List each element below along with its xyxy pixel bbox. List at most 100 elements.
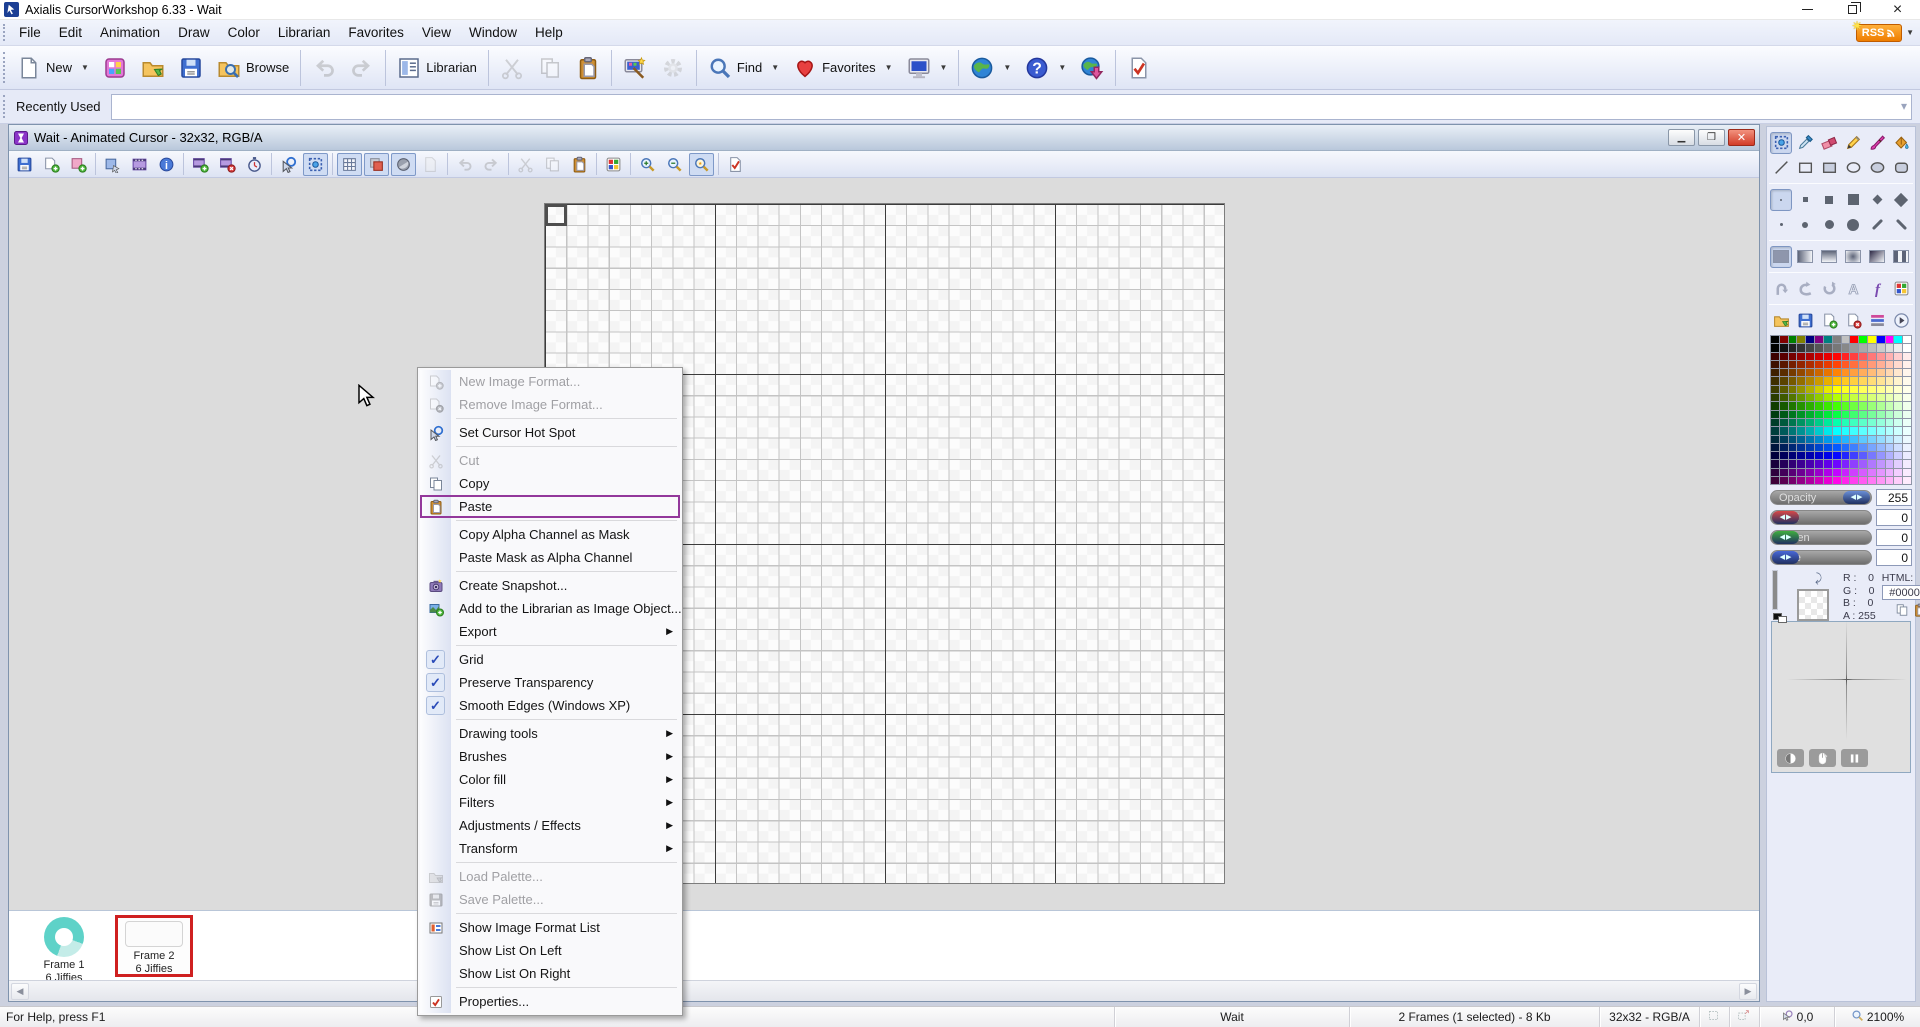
palette-color-cell[interactable] [1824,477,1832,484]
menu-edit[interactable]: Edit [50,21,91,44]
palette-color-cell[interactable] [1771,477,1779,484]
palette-color-cell[interactable] [1780,402,1788,409]
palette-color-cell[interactable] [1903,377,1911,384]
palette-color-cell[interactable] [1797,353,1805,360]
palette-color-cell[interactable] [1797,377,1805,384]
eraser-button[interactable] [1818,132,1840,154]
palette-color-cell[interactable] [1859,402,1867,409]
palette-color-cell[interactable] [1877,394,1885,401]
palette-color-cell[interactable] [1789,336,1797,343]
palette-color-cell[interactable] [1789,477,1797,484]
secondary-color-swatch[interactable] [1797,589,1829,621]
palette-color-cell[interactable] [1894,419,1902,426]
palette-color-cell[interactable] [1833,411,1841,418]
palette-color-cell[interactable] [1868,402,1876,409]
context-menu-item-copy[interactable]: Copy [420,472,680,495]
web-update-button[interactable] [1073,50,1111,86]
palette-color-cell[interactable] [1842,436,1850,443]
palette-color-cell[interactable] [1868,452,1876,459]
brush-slash-button[interactable] [1866,214,1888,236]
chevron-down-icon[interactable]: ▼ [885,63,893,72]
palette-color-cell[interactable] [1877,369,1885,376]
palette-color-cell[interactable] [1842,361,1850,368]
palette-color-cell[interactable] [1877,436,1885,443]
red-slider[interactable]: Red◀▶ [1770,510,1872,525]
palette-color-cell[interactable] [1797,469,1805,476]
palette-color-cell[interactable] [1824,452,1832,459]
palette-color-cell[interactable] [1780,452,1788,459]
palette-color-cell[interactable] [1868,336,1876,343]
palette-color-cell[interactable] [1780,386,1788,393]
palette-color-cell[interactable] [1780,411,1788,418]
palette-color-cell[interactable] [1797,427,1805,434]
palette-color-cell[interactable] [1815,460,1823,467]
frame-item-2[interactable]: Frame 26 Jiffies [115,915,193,977]
palette-color-cell[interactable] [1789,353,1797,360]
palette-color-cell[interactable] [1868,386,1876,393]
context-menu-item-paste[interactable]: Paste [420,495,680,518]
palette-color-cell[interactable] [1815,469,1823,476]
context-menu-item-smooth-edges[interactable]: ✓Smooth Edges (Windows XP) [420,694,680,717]
palette-list-button[interactable] [1866,310,1888,332]
menu-help[interactable]: Help [526,21,572,44]
help-button[interactable]: ?▼ [1018,50,1073,86]
palette-color-cell[interactable] [1842,344,1850,351]
palette-color-cell[interactable] [1894,460,1902,467]
palette-color-cell[interactable] [1815,394,1823,401]
screen-wizard-button[interactable] [616,50,654,86]
palette-color-cell[interactable] [1868,477,1876,484]
palette-color-cell[interactable] [1833,377,1841,384]
palette-color-cell[interactable] [1842,369,1850,376]
palette-color-cell[interactable] [1842,402,1850,409]
palette-color-cell[interactable] [1886,336,1894,343]
palette-color-cell[interactable] [1868,419,1876,426]
display-mode-button[interactable]: ▼ [900,50,955,86]
palette-color-cell[interactable] [1806,411,1814,418]
palette-color-cell[interactable] [1850,361,1858,368]
palette-color-cell[interactable] [1797,402,1805,409]
document-titlebar[interactable]: Wait - Animated Cursor - 32x32, RGB/A ▁ … [9,125,1759,151]
scroll-left-button[interactable]: ◀ [11,983,29,1000]
palette-color-cell[interactable] [1824,402,1832,409]
palette-color-cell[interactable] [1886,386,1894,393]
zoom-out-button[interactable] [662,153,687,176]
context-menu-item-paste-mask-as-alpha[interactable]: Paste Mask as Alpha Channel [420,546,680,569]
palette-color-cell[interactable] [1877,361,1885,368]
set-hotspot-button[interactable] [276,153,301,176]
palette-color-cell[interactable] [1806,386,1814,393]
palette-color-cell[interactable] [1833,444,1841,451]
context-menu-item-set-cursor-hot-spot[interactable]: Set Cursor Hot Spot [420,421,680,444]
color-picker-button[interactable] [1794,132,1816,154]
palette-color-cell[interactable] [1894,427,1902,434]
open-button[interactable] [134,50,172,86]
new-from-template-button[interactable] [96,50,134,86]
verify-button[interactable] [1120,50,1158,86]
copy-color-button[interactable] [1895,603,1909,620]
palette-color-cell[interactable] [1842,386,1850,393]
palette-color-cell[interactable] [1771,427,1779,434]
palette-color-cell[interactable] [1859,436,1867,443]
palette-color-cell[interactable] [1824,386,1832,393]
palette-color-cell[interactable] [1842,460,1850,467]
palette-color-cell[interactable] [1833,361,1841,368]
palette-color-cell[interactable] [1886,361,1894,368]
palette-color-cell[interactable] [1780,427,1788,434]
palette-color-cell[interactable] [1877,411,1885,418]
ghost-button[interactable] [418,153,443,176]
fill-gradient-h-button[interactable] [1794,246,1816,268]
preserve-transparency-button[interactable] [364,153,389,176]
palette-color-cell[interactable] [1894,353,1902,360]
palette-color-cell[interactable] [1815,353,1823,360]
palette-color-cell[interactable] [1859,386,1867,393]
palette-color-cell[interactable] [1824,369,1832,376]
zoom-tool-button[interactable] [689,153,714,176]
ellipse-button[interactable] [1842,157,1864,179]
palette-color-cell[interactable] [1868,460,1876,467]
palette-color-cell[interactable] [1797,460,1805,467]
palette-color-cell[interactable] [1771,460,1779,467]
save-button[interactable] [12,153,37,176]
palette-color-cell[interactable] [1868,444,1876,451]
palette-color-cell[interactable] [1833,469,1841,476]
brush-circle-2-button[interactable] [1794,214,1816,236]
palette-color-cell[interactable] [1833,386,1841,393]
